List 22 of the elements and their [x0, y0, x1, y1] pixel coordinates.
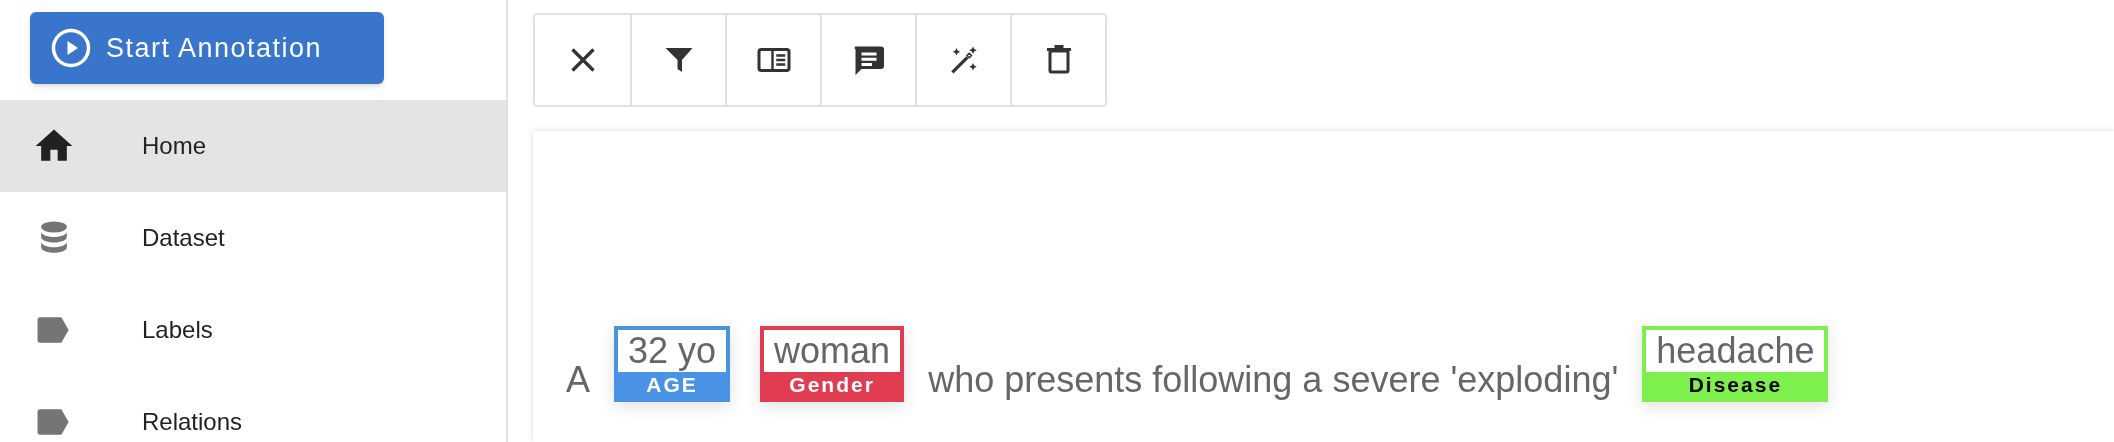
toolbar-button[interactable]: [1010, 15, 1105, 105]
sidebar-item[interactable]: Dataset: [0, 192, 506, 284]
entity-label: AGE: [645, 372, 699, 398]
sidebar-item[interactable]: Labels: [0, 284, 506, 376]
sentence-text: A: [566, 362, 590, 398]
entity-tag[interactable]: 32 yo AGE: [614, 326, 731, 402]
entity-tag[interactable]: headache Disease: [1642, 326, 1829, 402]
entity-text: woman: [764, 330, 901, 372]
entity-label: Disease: [1687, 372, 1784, 398]
entity-text: 32 yo: [618, 330, 727, 372]
sentence-text: who presents following a severe 'exploding': [928, 362, 1619, 398]
sidebar-item-label: Home: [142, 131, 207, 161]
entity-tag[interactable]: woman Gender: [760, 326, 905, 402]
sidebar-item-label: Labels: [142, 315, 213, 345]
start-annotation-button[interactable]: Start Annotation: [30, 12, 384, 84]
play-circle-icon: [50, 27, 92, 69]
sidebar-item-label: Relations: [142, 407, 243, 437]
sidebar-item[interactable]: Relations: [0, 376, 506, 442]
entity-label: Gender: [788, 372, 876, 398]
entity-text: headache: [1646, 330, 1825, 372]
sidebar-item-label: Dataset: [142, 223, 225, 253]
sidebar-item[interactable]: Home: [0, 100, 506, 192]
